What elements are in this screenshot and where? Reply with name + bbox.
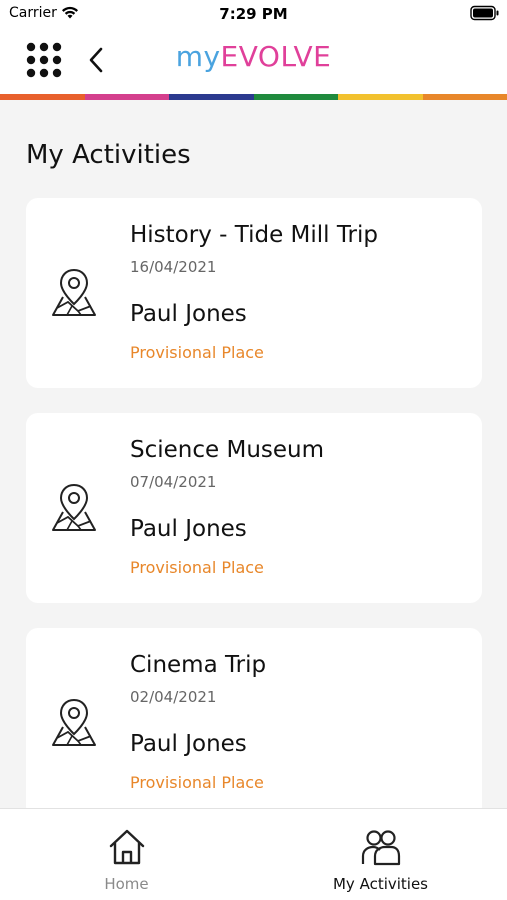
app-title: myEVOLVE xyxy=(0,40,507,73)
battery-icon xyxy=(470,5,499,21)
activity-card[interactable]: Cinema Trip 02/04/2021 Paul Jones Provis… xyxy=(26,628,482,818)
activity-card[interactable]: Science Museum 07/04/2021 Paul Jones Pro… xyxy=(26,413,482,603)
tab-my-activities-label: My Activities xyxy=(332,875,429,893)
activity-title: Science Museum xyxy=(130,437,325,463)
app-title-evolve: EVOLVE xyxy=(220,40,332,73)
clock: 7:29 PM xyxy=(219,5,288,23)
map-pin-icon xyxy=(52,483,96,531)
activity-status: Provisional Place xyxy=(130,343,264,362)
stripe-segment xyxy=(0,94,85,100)
activity-date: 02/04/2021 xyxy=(130,688,217,706)
tab-my-activities[interactable]: My Activities xyxy=(254,809,507,900)
stripe-segment xyxy=(338,94,423,100)
activity-title: History - Tide Mill Trip xyxy=(130,222,378,248)
activity-date: 16/04/2021 xyxy=(130,258,217,276)
stripe-segment xyxy=(422,94,507,100)
stripe-segment xyxy=(253,94,338,100)
users-icon xyxy=(361,830,400,866)
app-header: myEVOLVE xyxy=(0,28,507,94)
activity-status: Provisional Place xyxy=(130,558,264,577)
map-pin-icon xyxy=(52,268,96,316)
map-pin-icon xyxy=(52,698,96,746)
tab-home[interactable]: Home xyxy=(0,809,253,900)
tab-bar: Home My Activities xyxy=(0,808,507,900)
activity-title: Cinema Trip xyxy=(130,652,267,678)
tab-home-label: Home xyxy=(104,875,149,893)
activity-person: Paul Jones xyxy=(130,301,247,327)
activity-card[interactable]: History - Tide Mill Trip 16/04/2021 Paul… xyxy=(26,198,482,388)
stripe-segment xyxy=(169,94,254,100)
brand-color-strip xyxy=(0,94,507,100)
app-title-my: my xyxy=(175,40,221,73)
activity-status: Provisional Place xyxy=(130,773,264,792)
activity-person: Paul Jones xyxy=(130,731,247,757)
status-bar: Carrier 7:29 PM xyxy=(0,0,507,28)
activity-person: Paul Jones xyxy=(130,516,247,542)
activity-date: 07/04/2021 xyxy=(130,473,217,491)
home-icon xyxy=(109,829,144,865)
stripe-segment xyxy=(84,94,169,100)
page-title: My Activities xyxy=(26,140,191,170)
